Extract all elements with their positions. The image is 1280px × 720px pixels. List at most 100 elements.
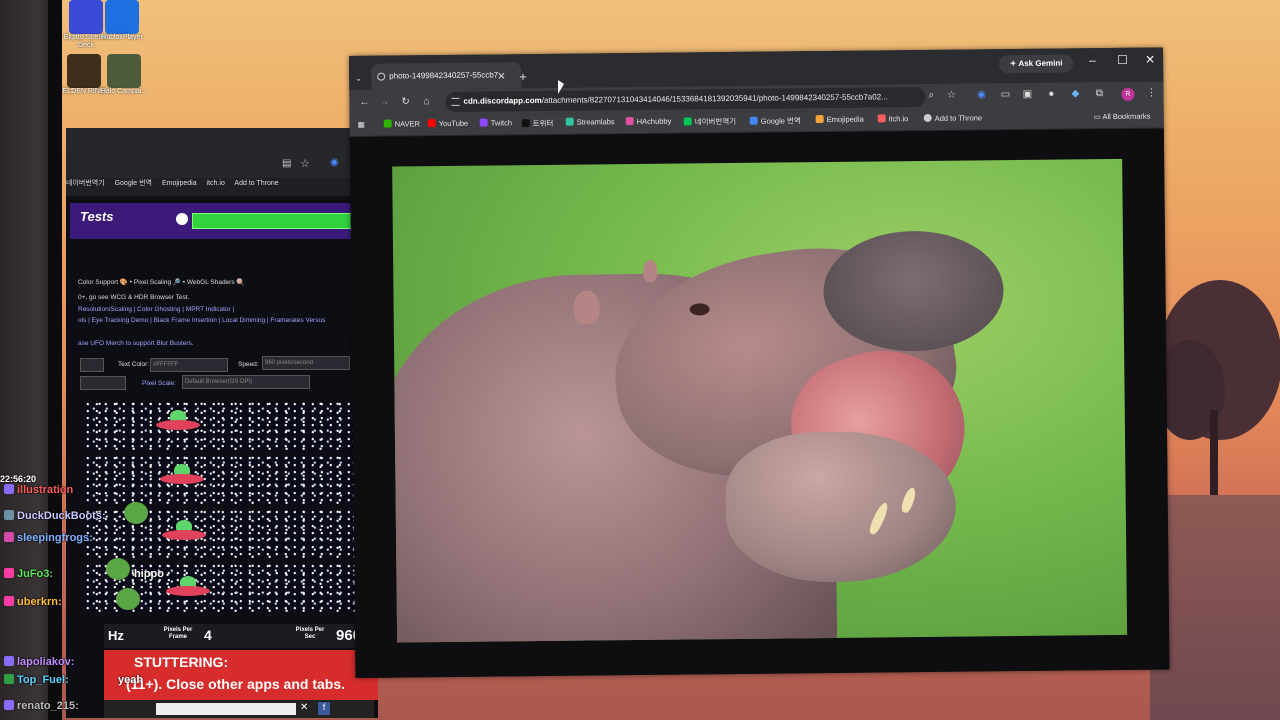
roblox-icon (105, 0, 139, 34)
share-field[interactable] (156, 703, 296, 715)
chat-text: hippo (134, 568, 164, 580)
ufo-icon (166, 576, 210, 598)
maximize-button[interactable]: ☐ (1117, 53, 1128, 67)
chat-username: renato_215: (17, 700, 79, 712)
select-dropdown[interactable] (80, 376, 126, 390)
bookmark-streamlabs[interactable]: Streamlabs (565, 117, 615, 127)
ppf-label: Pixels Per Frame (163, 627, 193, 640)
hippo-ear (643, 259, 658, 282)
ufo-icon (162, 520, 206, 542)
puzzle-icon[interactable]: ⧉ (1093, 88, 1105, 100)
text-color-input[interactable]: #FFFFFF (150, 358, 228, 372)
info-line[interactable]: ols | Eye Tracking Demo | Black Frame In… (78, 317, 325, 324)
profile-avatar[interactable]: R (1121, 87, 1135, 101)
all-bookmarks-button[interactable]: ▭ All Bookmarks (1094, 112, 1151, 122)
address-bar[interactable]: cdn.discordapp.com/attachments/822707131… (445, 86, 926, 112)
bookmark-emojipedia[interactable]: Emojipedia (815, 115, 864, 125)
minimize-button[interactable]: – (1089, 53, 1096, 67)
text-color-label: Text Color: (118, 361, 150, 368)
chat-username: DuckDuckBoots: (17, 510, 106, 522)
bookmark-hachubby[interactable]: HAchubby (625, 117, 671, 126)
apps-icon[interactable]: ▦ (358, 120, 365, 129)
chat-username: Top_Fuel: (17, 674, 69, 686)
extension-icon[interactable]: ● (1045, 89, 1057, 101)
close-window-button[interactable]: ✕ (1145, 53, 1155, 67)
translate-icon[interactable]: ▤ (282, 158, 291, 169)
bookmark-throne[interactable]: Add to Throne (923, 113, 982, 123)
info-line[interactable]: 0+, go see WCG & HDR Browser Test. (78, 294, 189, 301)
ask-gemini-button[interactable]: ✦ Ask Gemini (999, 54, 1074, 74)
chat-text: yeah (118, 674, 144, 686)
bookmark-youtube[interactable]: YouTube (427, 119, 468, 128)
forward-button[interactable]: → (379, 97, 389, 108)
bookmark-item[interactable]: Google 번역 (115, 180, 152, 187)
bookmark-star-icon[interactable]: ☆ (945, 90, 957, 102)
bookmark-itchio[interactable]: itch.io (877, 114, 908, 123)
tree-silhouette (1155, 280, 1280, 500)
facebook-icon[interactable]: f (318, 702, 330, 715)
bookmark-naver[interactable]: NAVER (383, 119, 420, 129)
chat-message: uberkrn: (4, 596, 62, 608)
home-button[interactable]: ⌂ (423, 96, 429, 107)
google-translate-icon (749, 116, 758, 125)
ufo-icon (156, 410, 200, 432)
cast-icon[interactable]: ▭ (999, 89, 1011, 101)
back-button[interactable]: ← (359, 97, 369, 108)
test-selector[interactable] (192, 213, 358, 229)
extension-icon[interactable]: ◆ (1069, 88, 1081, 100)
desktop-icon-label: Halo Campai... (100, 88, 148, 95)
star-icon[interactable]: ☆ (300, 157, 310, 170)
badge-icon (4, 674, 14, 684)
badge-icon (4, 700, 14, 710)
info-line[interactable]: ase UFO Merch to support Blur Busters. (78, 340, 194, 347)
speed-select[interactable]: 960 pixels/second (262, 356, 350, 370)
itchio-icon (877, 114, 886, 123)
ppf-value: 4 (204, 627, 212, 643)
papago-icon (683, 117, 692, 126)
chat-username: lapoliakov: (17, 656, 75, 668)
site-info-icon[interactable] (451, 97, 460, 106)
twitch-icon (479, 118, 488, 127)
bookmark-item[interactable]: 네이버번역기 (66, 180, 105, 187)
pixel-scale-select[interactable]: Default Browser(OS DPI) (182, 375, 310, 389)
sidepanel-icon[interactable]: ▣ (1021, 89, 1033, 101)
x-icon (521, 119, 530, 128)
desktop-icon-halo[interactable]: Halo Campai... (94, 54, 154, 96)
emojipedia-icon (815, 115, 824, 124)
main-browser-window: ⌄ photo-1499842340257-55ccb7 ✕ + ✦ Ask G… (349, 47, 1170, 678)
tab-close-icon[interactable]: ✕ (497, 71, 506, 82)
info-line[interactable]: Resolution/Scaling | Color Ghosting | MP… (78, 306, 234, 313)
pixel-scale-label: Pixel Scale: (142, 380, 176, 387)
zoom-icon[interactable]: ⌕ (925, 90, 937, 102)
reload-button[interactable]: ↻ (401, 96, 410, 107)
desktop-icon-roblox[interactable]: RobloxPlayer (92, 0, 152, 42)
pps-label: Pixels Per Sec (295, 627, 325, 640)
x-icon[interactable]: ✕ (300, 702, 308, 713)
youtube-icon (427, 119, 436, 128)
bookmark-item[interactable]: Add to Throne (234, 180, 278, 187)
bookmark-item[interactable]: Emojipedia (162, 180, 197, 187)
bookmark-naver-translate[interactable]: 네이버번역기 (683, 116, 737, 128)
pepe-emote-icon (106, 558, 130, 580)
new-tab-button[interactable]: + (519, 69, 527, 84)
menu-icon[interactable]: ⋮ (1145, 88, 1157, 100)
bookmark-twitter[interactable]: 트위터 (521, 118, 554, 129)
select-dropdown[interactable] (80, 358, 104, 372)
bookmark-item[interactable]: itch.io (207, 180, 225, 187)
bookmark-google-translate[interactable]: Google 번역 (749, 115, 801, 127)
back-icon[interactable] (176, 213, 188, 225)
page-title: Tests (80, 209, 114, 224)
chat-message: renato_215: (4, 700, 79, 712)
extension-icon[interactable]: ◉ (975, 89, 987, 101)
tab-search-icon[interactable]: ⌄ (355, 74, 362, 83)
chat-message: illustration (4, 484, 73, 496)
bookmark-twitch[interactable]: Twitch (479, 118, 512, 128)
naver-icon (383, 119, 392, 128)
hippo-photo (392, 158, 1128, 643)
extension-icon[interactable]: ◉ (330, 157, 339, 168)
chat-message: lapoliakov: (4, 656, 74, 668)
ufo-icon (160, 464, 204, 486)
desktop-icon-label: RobloxPlayer (101, 34, 143, 41)
pepe-emote-icon (116, 588, 140, 610)
mouse-cursor (558, 80, 564, 94)
